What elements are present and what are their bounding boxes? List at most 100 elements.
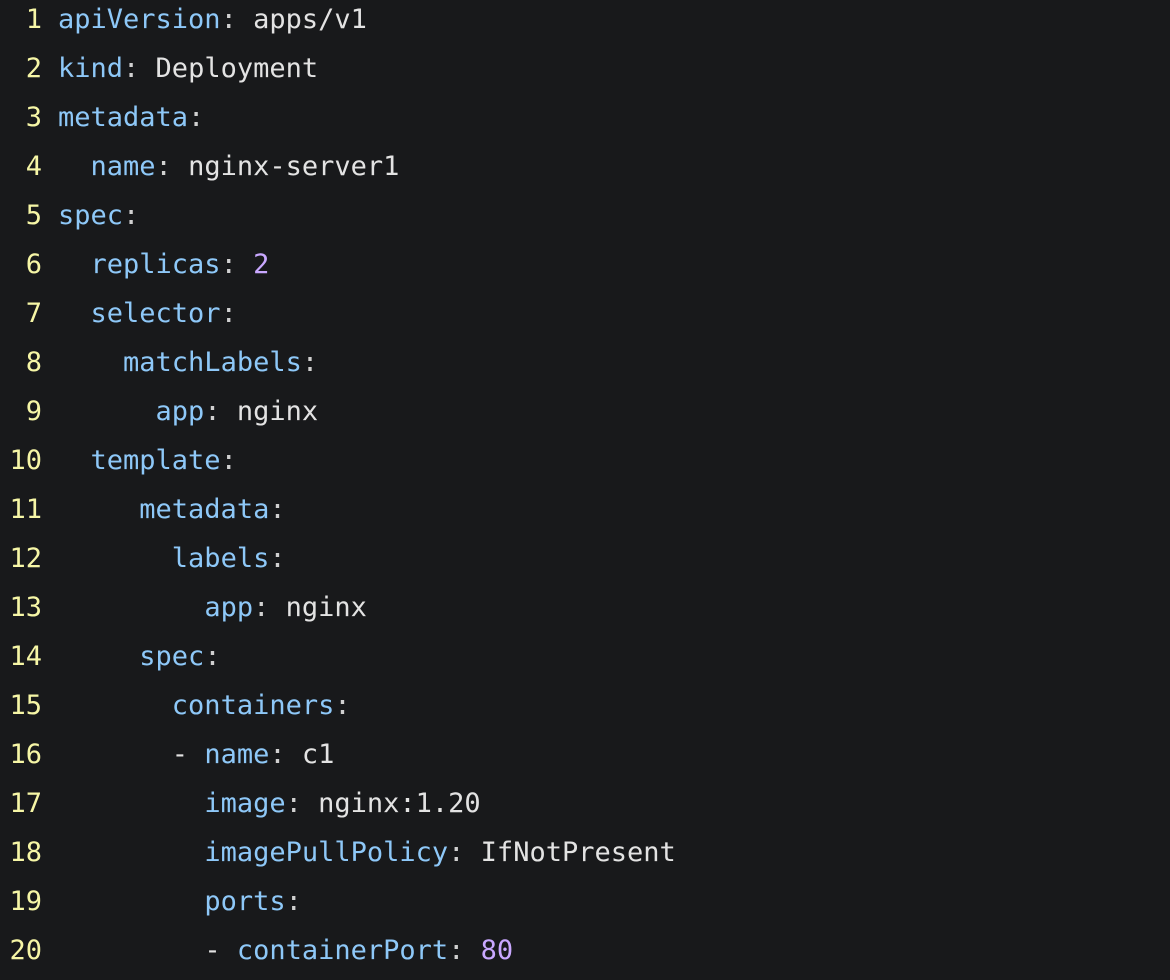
yaml-key: spec bbox=[58, 200, 124, 231]
code-line[interactable]: 14 spec: bbox=[0, 632, 1170, 681]
code-text: kind: Deployment bbox=[58, 44, 318, 93]
code-text: spec: bbox=[58, 632, 221, 681]
code-line[interactable]: 9 app: nginx bbox=[0, 387, 1170, 436]
line-number: 17 bbox=[9, 788, 42, 819]
line-number: 1 bbox=[25, 4, 42, 35]
code-text: image: nginx:1.20 bbox=[58, 779, 480, 828]
colon: : bbox=[123, 53, 140, 84]
colon: : bbox=[204, 641, 221, 672]
yaml-key: containerPort bbox=[236, 935, 449, 966]
line-number: 3 bbox=[25, 102, 42, 133]
code-line[interactable]: 6 replicas: 2 bbox=[0, 240, 1170, 289]
code-line[interactable]: 5 spec: bbox=[0, 191, 1170, 240]
colon: : bbox=[155, 151, 172, 182]
line-number: 8 bbox=[25, 347, 42, 378]
code-line[interactable]: 7 selector: bbox=[0, 289, 1170, 338]
code-line[interactable]: 18 imagePullPolicy: IfNotPresent bbox=[0, 828, 1170, 877]
code-text: template: bbox=[58, 436, 237, 485]
line-number: 19 bbox=[9, 886, 42, 917]
yaml-value: nginx-server1 bbox=[171, 151, 400, 182]
code-text: labels: bbox=[58, 534, 286, 583]
colon: : bbox=[448, 935, 465, 966]
code-line[interactable]: 20 - containerPort: 80 bbox=[0, 926, 1170, 975]
line-number: 12 bbox=[9, 543, 42, 574]
colon: : bbox=[269, 739, 286, 770]
code-line[interactable]: 13 app: nginx bbox=[0, 583, 1170, 632]
colon: : bbox=[269, 543, 286, 574]
line-number: 9 bbox=[25, 396, 42, 427]
yaml-value: IfNotPresent bbox=[464, 837, 676, 868]
yaml-value: c1 bbox=[285, 739, 335, 770]
code-text: - containerPort: 80 bbox=[58, 926, 513, 975]
colon: : bbox=[285, 788, 302, 819]
code-line[interactable]: 3 metadata: bbox=[0, 93, 1170, 142]
yaml-key: metadata bbox=[58, 102, 189, 133]
yaml-key: ports bbox=[204, 886, 286, 917]
code-text: metadata: bbox=[58, 485, 286, 534]
yaml-value: Deployment bbox=[139, 53, 319, 84]
yaml-key: imagePullPolicy bbox=[204, 837, 449, 868]
yaml-key: spec bbox=[139, 641, 205, 672]
colon: : bbox=[301, 347, 319, 378]
code-text: ports: bbox=[58, 877, 302, 926]
code-text: spec: bbox=[58, 191, 139, 240]
yaml-key: metadata bbox=[139, 494, 270, 525]
code-line[interactable]: 15 containers: bbox=[0, 681, 1170, 730]
code-line[interactable]: 1 apiVersion: apps/v1 bbox=[0, 0, 1170, 44]
yaml-key: containers bbox=[171, 690, 335, 721]
yaml-key: labels bbox=[171, 543, 270, 574]
code-text: apiVersion: apps/v1 bbox=[58, 0, 367, 44]
colon: : bbox=[220, 298, 237, 329]
line-number: 16 bbox=[9, 739, 42, 770]
yaml-value: nginx bbox=[220, 396, 319, 427]
code-line[interactable]: 8 matchLabels: bbox=[0, 338, 1170, 387]
code-line[interactable]: 4 name: nginx-server1 bbox=[0, 142, 1170, 191]
colon: : bbox=[220, 4, 237, 35]
code-text: replicas: 2 bbox=[58, 240, 270, 289]
line-number: 13 bbox=[9, 592, 42, 623]
code-text: app: nginx bbox=[58, 583, 367, 632]
yaml-key: apiVersion bbox=[58, 4, 221, 35]
code-text: matchLabels: bbox=[58, 338, 318, 387]
colon: : bbox=[188, 102, 205, 133]
yaml-key: kind bbox=[58, 53, 124, 84]
line-number: 2 bbox=[25, 53, 42, 84]
yaml-key: name bbox=[204, 739, 270, 770]
code-line[interactable]: 2 kind: Deployment bbox=[0, 44, 1170, 93]
code-line[interactable]: 19 ports: bbox=[0, 877, 1170, 926]
colon: : bbox=[334, 690, 351, 721]
yaml-value: 80 bbox=[464, 935, 514, 966]
list-dash: - bbox=[204, 935, 237, 966]
yaml-key: replicas bbox=[90, 249, 221, 280]
code-line[interactable]: 17 image: nginx:1.20 bbox=[0, 779, 1170, 828]
colon: : bbox=[220, 445, 237, 476]
colon: : bbox=[285, 886, 302, 917]
code-editor[interactable]: 1 apiVersion: apps/v1 2 kind: Deployment 3 me… bbox=[0, 0, 1170, 980]
code-line[interactable]: 16 - name: c1 bbox=[0, 730, 1170, 779]
line-number: 7 bbox=[25, 298, 42, 329]
code-line[interactable]: 11 metadata: bbox=[0, 485, 1170, 534]
colon: : bbox=[269, 494, 286, 525]
code-text: app: nginx bbox=[58, 387, 319, 436]
yaml-value: 2 bbox=[236, 249, 270, 280]
colon: : bbox=[448, 837, 465, 868]
yaml-value: nginx bbox=[269, 592, 367, 623]
yaml-key: matchLabels bbox=[123, 347, 302, 378]
colon: : bbox=[204, 396, 221, 427]
code-line[interactable]: 12 labels: bbox=[0, 534, 1170, 583]
colon: : bbox=[220, 249, 237, 280]
code-line[interactable]: 10 template: bbox=[0, 436, 1170, 485]
code-text: name: nginx-server1 bbox=[58, 142, 400, 191]
line-number: 6 bbox=[25, 249, 42, 280]
